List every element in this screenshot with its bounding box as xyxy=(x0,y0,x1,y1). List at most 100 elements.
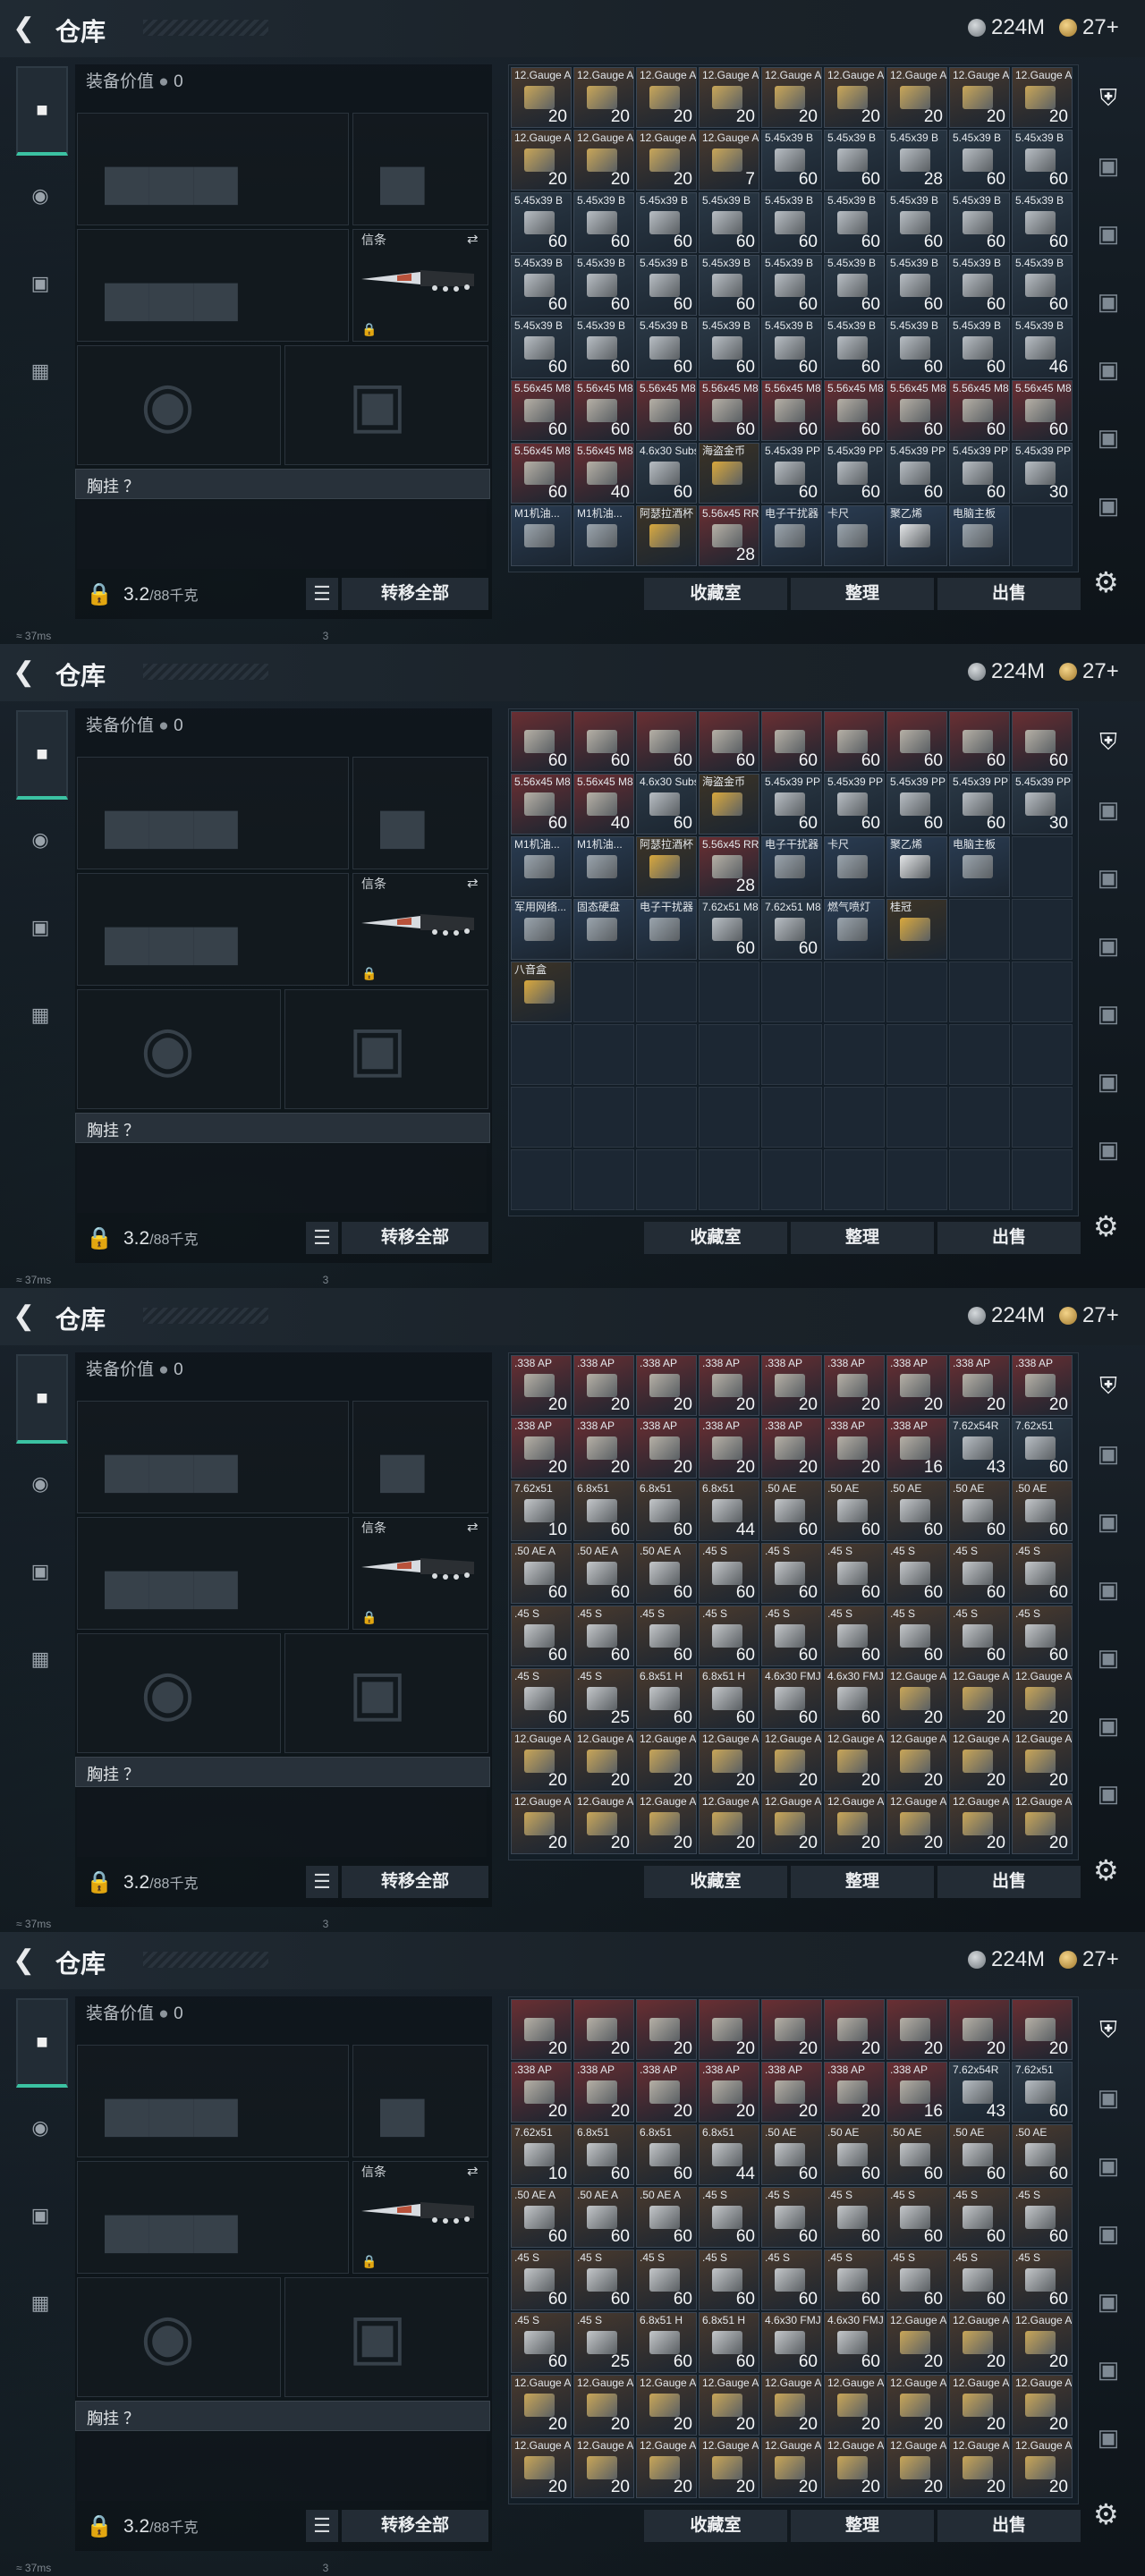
inventory-item[interactable]: 5.45x39 B 60 xyxy=(949,130,1010,191)
gear-icon[interactable]: ⚙ xyxy=(1093,565,1119,599)
inventory-item[interactable]: 60 xyxy=(636,711,697,772)
transfer-all-button[interactable]: 转移全部 xyxy=(342,2510,488,2542)
grid-cell[interactable] xyxy=(699,962,759,1022)
inventory-item[interactable]: 6.8x51 60 xyxy=(636,2124,697,2185)
grid-cell[interactable] xyxy=(824,1024,885,1085)
inventory-item[interactable]: 12.Gauge A 20 xyxy=(636,2375,697,2436)
inventory-item[interactable]: .50 AE 60 xyxy=(824,1480,885,1541)
inventory-item[interactable]: .338 AP 20 xyxy=(511,2062,572,2123)
inventory-item[interactable]: .45 S 60 xyxy=(949,2250,1010,2310)
list-icon[interactable]: ☰ xyxy=(306,2510,338,2542)
inventory-item[interactable]: 5.56x45 M855A1 40 xyxy=(573,774,634,835)
inventory-item[interactable]: 7.62x51 M80 60 xyxy=(761,899,822,960)
grid-cell[interactable] xyxy=(1012,1087,1073,1148)
inventory-item[interactable]: 燃气喷灯 xyxy=(824,899,885,960)
grid-cell[interactable] xyxy=(824,1087,885,1148)
secondary-weapon-slot[interactable]: ▄▄▄ xyxy=(77,1517,349,1630)
chest-rig-slot[interactable]: 胸挂 ？ xyxy=(75,1757,490,1787)
inventory-item[interactable]: 5.45x39 B 60 xyxy=(511,255,572,316)
inventory-item[interactable]: 12.Gauge A 20 xyxy=(949,1668,1010,1729)
storage-page-icon[interactable]: ▣ xyxy=(1093,2150,1124,2181)
inventory-item[interactable]: 60 xyxy=(824,711,885,772)
inventory-item[interactable]: 7.62x51 M80 60 xyxy=(699,899,759,960)
sort-button[interactable]: 整理 xyxy=(791,1866,934,1898)
inventory-item[interactable]: 5.56x45 M855A1 60 xyxy=(511,443,572,504)
inventory-item[interactable]: 12.Gauge A 20 xyxy=(949,1731,1010,1792)
primary-weapon-slot[interactable]: ▄▄▄ xyxy=(77,757,349,869)
inventory-item[interactable]: 7.62x51 10 xyxy=(511,1480,572,1541)
inventory-item[interactable]: 5.45x39 PP 60 xyxy=(949,774,1010,835)
inventory-item[interactable]: .50 AE 60 xyxy=(761,1480,822,1541)
inventory-item[interactable]: 5.45x39 PP 60 xyxy=(886,774,947,835)
inventory-item[interactable]: .338 AP 16 xyxy=(886,1418,947,1479)
sort-button[interactable]: 整理 xyxy=(791,1222,934,1254)
inventory-item[interactable]: 12.Gauge A 20 xyxy=(573,67,634,128)
storage-page-icon[interactable]: ▣ xyxy=(1093,2082,1124,2113)
tab-vest[interactable]: ▣ xyxy=(16,242,64,326)
inventory-item[interactable]: 12.Gauge A 20 xyxy=(824,2375,885,2436)
grid-cell[interactable] xyxy=(573,962,634,1022)
inventory-item[interactable]: 八音盒 xyxy=(511,962,572,1022)
inventory-item[interactable]: 5.45x39 B 60 xyxy=(824,255,885,316)
inventory-item[interactable]: 20 xyxy=(949,1999,1010,2060)
inventory-item[interactable]: 5.45x39 B 60 xyxy=(699,255,759,316)
grid-cell[interactable] xyxy=(699,1087,759,1148)
inventory-item[interactable]: M1机油... xyxy=(511,505,572,566)
tab-vest[interactable]: ▣ xyxy=(16,886,64,970)
inventory-item[interactable]: 4.6x30 FMJ 60 xyxy=(761,2312,822,2373)
inventory-item[interactable]: 12.Gauge A 20 xyxy=(886,1668,947,1729)
inventory-item[interactable]: 电子干扰器 xyxy=(761,836,822,897)
inventory-item[interactable]: .338 AP 20 xyxy=(511,1355,572,1416)
secondary-weapon-slot[interactable]: ▄▄▄ xyxy=(77,873,349,986)
grid-cell[interactable] xyxy=(573,1024,634,1085)
inventory-item[interactable]: .50 AE A 60 xyxy=(573,1543,634,1604)
inventory-item[interactable]: 12.Gauge A 20 xyxy=(886,2437,947,2498)
inventory-item[interactable]: 5.56x45 M855A1 60 xyxy=(949,380,1010,441)
sell-button[interactable]: 出售 xyxy=(937,2510,1081,2542)
inventory-item[interactable]: 12.Gauge A 20 xyxy=(761,1731,822,1792)
inventory-item[interactable]: 5.56x45 M855A1 60 xyxy=(511,774,572,835)
grid-cell[interactable] xyxy=(1012,505,1073,566)
grid-cell[interactable] xyxy=(1012,1024,1073,1085)
inventory-item[interactable]: 5.45x39 B 60 xyxy=(886,192,947,253)
transfer-all-button[interactable]: 转移全部 xyxy=(342,1222,488,1254)
inventory-item[interactable]: .338 AP 20 xyxy=(824,1355,885,1416)
storage-page-icon[interactable]: ▣ xyxy=(1093,2354,1124,2385)
tab-weapons[interactable]: ■ xyxy=(16,1998,68,2088)
inventory-item[interactable]: 5.56x45 M855A1 60 xyxy=(1012,380,1073,441)
inventory-item[interactable]: 卡尺 xyxy=(824,836,885,897)
inventory-item[interactable]: 军用网络... xyxy=(511,899,572,960)
storage-page-icon[interactable]: ▣ xyxy=(1093,998,1124,1029)
inventory-item[interactable]: 4.6x30 FMJ 60 xyxy=(761,1668,822,1729)
inventory-item[interactable]: 5.45x39 B 60 xyxy=(1012,130,1073,191)
inventory-item[interactable]: 20 xyxy=(573,1999,634,2060)
tab-helmet[interactable]: ◉ xyxy=(16,2086,64,2170)
inventory-item[interactable]: 5.45x39 B 60 xyxy=(573,255,634,316)
inventory-item[interactable]: 12.Gauge A 20 xyxy=(886,2312,947,2373)
tab-bag[interactable]: ▦ xyxy=(16,2261,64,2345)
inventory-item[interactable]: 5.56x45 RRLP 28 xyxy=(699,836,759,897)
inventory-item[interactable]: 5.45x39 B 60 xyxy=(636,255,697,316)
back-arrow-icon[interactable]: ❮ xyxy=(13,1302,41,1331)
inventory-item[interactable]: 5.56x45 M855A1 60 xyxy=(824,380,885,441)
inventory-item[interactable]: .45 S 60 xyxy=(1012,2187,1073,2248)
grid-cell[interactable] xyxy=(1012,836,1073,897)
inventory-item[interactable]: 5.45x39 PP 60 xyxy=(886,443,947,504)
inventory-item[interactable]: 6.8x51 H 60 xyxy=(636,2312,697,2373)
inventory-item[interactable]: 20 xyxy=(1012,1999,1073,2060)
inventory-item[interactable]: .50 AE 60 xyxy=(1012,2124,1073,2185)
tab-weapons[interactable]: ■ xyxy=(16,66,68,156)
storage-page-icon[interactable]: ▣ xyxy=(1093,354,1124,385)
inventory-item[interactable]: 5.45x39 B 60 xyxy=(636,192,697,253)
list-icon[interactable]: ☰ xyxy=(306,1222,338,1254)
inventory-item[interactable]: 12.Gauge A 20 xyxy=(949,1793,1010,1854)
inventory-item[interactable]: 阿瑟拉酒杯 xyxy=(636,505,697,566)
grid-cell[interactable] xyxy=(824,962,885,1022)
inventory-item[interactable]: 5.45x39 B 60 xyxy=(824,192,885,253)
sell-button[interactable]: 出售 xyxy=(937,1866,1081,1898)
inventory-item[interactable]: .45 S 60 xyxy=(699,2250,759,2310)
inventory-item[interactable]: 12.Gauge A 20 xyxy=(511,2375,572,2436)
inventory-item[interactable]: .45 S 60 xyxy=(824,2250,885,2310)
grid-cell[interactable] xyxy=(511,1087,572,1148)
inventory-item[interactable]: 7.62x54R 43 xyxy=(949,2062,1010,2123)
